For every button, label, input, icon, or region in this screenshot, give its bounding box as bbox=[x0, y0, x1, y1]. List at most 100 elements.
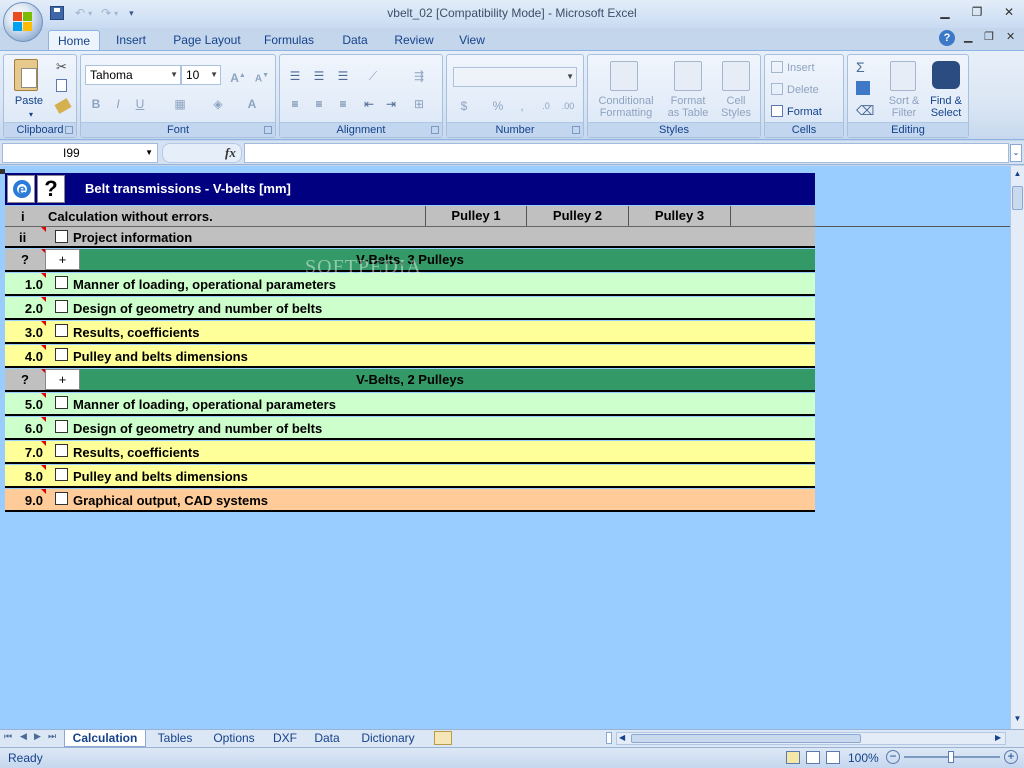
insert-function-icon[interactable]: fx bbox=[225, 145, 236, 161]
align-right-icon[interactable]: ≡ bbox=[332, 93, 354, 113]
tab-home[interactable]: Home bbox=[48, 30, 100, 50]
cut-icon[interactable]: ✂ bbox=[56, 59, 67, 75]
number-format-combo[interactable]: ▼ bbox=[453, 67, 577, 87]
chapter-row[interactable]: 7.0 Results, coefficients bbox=[5, 441, 815, 464]
zoom-level[interactable]: 100% bbox=[848, 751, 879, 765]
find-select-button[interactable]: Find & Select bbox=[924, 95, 968, 119]
paste-dropdown-icon[interactable]: ▾ bbox=[26, 109, 36, 121]
decrease-indent-icon[interactable]: ⇤ bbox=[358, 93, 380, 113]
number-launcher-icon[interactable] bbox=[572, 126, 580, 134]
workbook-restore-icon[interactable]: ❐ bbox=[984, 30, 994, 43]
format-button[interactable]: Format bbox=[787, 106, 837, 118]
grow-font-icon[interactable]: A▲ bbox=[227, 65, 249, 85]
decrease-decimal-icon[interactable]: .00 bbox=[557, 95, 579, 115]
checkbox[interactable] bbox=[55, 420, 68, 433]
formula-input[interactable] bbox=[244, 143, 1009, 163]
close-button[interactable]: ✕ bbox=[998, 4, 1020, 20]
bold-icon[interactable]: B bbox=[85, 93, 107, 113]
comma-style-icon[interactable]: , bbox=[511, 95, 533, 115]
merge-center-icon[interactable]: ⊞ bbox=[408, 93, 430, 113]
ribbon-minimize-icon[interactable]: ▁ bbox=[964, 30, 972, 43]
fill-icon[interactable] bbox=[856, 81, 870, 95]
tab-formulas[interactable]: Formulas bbox=[258, 30, 320, 50]
insert-button[interactable]: Insert bbox=[787, 62, 837, 74]
chapter-row[interactable]: 1.0 Manner of loading, operational parame… bbox=[5, 273, 815, 296]
checkbox[interactable] bbox=[55, 300, 68, 313]
tab-data[interactable]: Data bbox=[334, 30, 376, 50]
zoom-in-icon[interactable]: + bbox=[1004, 750, 1018, 764]
scroll-left-icon[interactable]: ◀ bbox=[619, 733, 625, 742]
worksheet[interactable]: e ? Belt transmissions - V-belts [mm] i … bbox=[0, 166, 1010, 729]
restore-button[interactable]: ❐ bbox=[966, 4, 988, 20]
shrink-font-icon[interactable]: A▼ bbox=[251, 65, 273, 85]
borders-icon[interactable]: ▦ bbox=[169, 93, 191, 113]
office-button[interactable] bbox=[3, 2, 43, 42]
conditional-formatting-icon[interactable] bbox=[610, 61, 638, 91]
chapter-row[interactable]: 8.0 Pulley and belts dimensions bbox=[5, 465, 815, 488]
font-name-combo[interactable]: Tahoma ▼ bbox=[85, 65, 181, 85]
chapter-row[interactable]: 5.0 Manner of loading, operational parame… bbox=[5, 393, 815, 416]
internet-explorer-icon[interactable]: e bbox=[7, 175, 35, 203]
chevron-down-icon[interactable]: ▼ bbox=[145, 144, 153, 162]
font-launcher-icon[interactable] bbox=[264, 126, 272, 134]
scroll-right-icon[interactable]: ▶ bbox=[995, 733, 1001, 742]
sheet-tab-options[interactable]: Options bbox=[206, 730, 262, 747]
paste-icon[interactable] bbox=[14, 59, 38, 91]
sort-filter-button[interactable]: Sort & Filter bbox=[884, 95, 924, 119]
help-question-button[interactable]: ? bbox=[37, 175, 65, 203]
prev-sheet-icon[interactable]: ◀ bbox=[20, 731, 27, 742]
paste-button[interactable]: Paste bbox=[8, 95, 50, 107]
page-layout-view-icon[interactable] bbox=[806, 751, 820, 764]
underline-icon[interactable]: U bbox=[129, 93, 151, 113]
sheet-tab-dxf[interactable]: DXF bbox=[268, 730, 302, 747]
sheet-tab-dictionary[interactable]: Dictionary bbox=[354, 730, 422, 747]
minimize-button[interactable]: ▁ bbox=[934, 4, 956, 20]
italic-icon[interactable]: I bbox=[107, 93, 129, 113]
chapter-row[interactable]: 6.0 Design of geometry and number of belt… bbox=[5, 417, 815, 440]
sheet-tab-calculation[interactable]: Calculation bbox=[64, 730, 146, 747]
tab-review[interactable]: Review bbox=[388, 30, 440, 50]
chapter-row[interactable]: 3.0 Results, coefficients bbox=[5, 321, 815, 344]
percent-icon[interactable]: % bbox=[487, 95, 509, 115]
checkbox[interactable] bbox=[55, 348, 68, 361]
tab-view[interactable]: View bbox=[452, 30, 492, 50]
delete-button[interactable]: Delete bbox=[787, 84, 837, 96]
scroll-thumb[interactable] bbox=[1012, 186, 1023, 210]
copy-icon[interactable] bbox=[56, 79, 67, 92]
scroll-up-icon[interactable]: ▲ bbox=[1012, 169, 1023, 181]
checkbox[interactable] bbox=[55, 492, 68, 505]
first-sheet-icon[interactable]: ⏮ bbox=[4, 731, 12, 742]
increase-indent-icon[interactable]: ⇥ bbox=[380, 93, 402, 113]
font-size-combo[interactable]: 10 ▼ bbox=[181, 65, 221, 85]
autosum-icon[interactable]: Σ bbox=[856, 59, 865, 75]
checkbox[interactable] bbox=[55, 396, 68, 409]
help-icon[interactable]: ? bbox=[939, 30, 955, 46]
project-info-row[interactable]: ii Project information bbox=[5, 227, 815, 248]
chapter-row[interactable]: 4.0 Pulley and belts dimensions bbox=[5, 345, 815, 368]
expand-formula-icon[interactable]: ⌄ bbox=[1010, 144, 1022, 162]
clear-icon[interactable]: ⌫ bbox=[856, 103, 874, 119]
align-bottom-icon[interactable]: ☰ bbox=[332, 65, 354, 85]
alignment-launcher-icon[interactable] bbox=[431, 126, 439, 134]
checkbox[interactable] bbox=[55, 230, 68, 243]
page-break-view-icon[interactable] bbox=[826, 751, 840, 764]
align-top-icon[interactable]: ☰ bbox=[284, 65, 306, 85]
normal-view-icon[interactable] bbox=[786, 751, 800, 764]
checkbox[interactable] bbox=[55, 276, 68, 289]
zoom-slider-thumb[interactable] bbox=[948, 751, 954, 763]
binoculars-icon[interactable] bbox=[932, 61, 960, 89]
checkbox[interactable] bbox=[55, 444, 68, 457]
tab-page-layout[interactable]: Page Layout bbox=[168, 30, 246, 50]
tab-insert[interactable]: Insert bbox=[108, 30, 154, 50]
orientation-icon[interactable]: ⟋ bbox=[362, 65, 384, 85]
format-as-table-button[interactable]: Format as Table bbox=[662, 95, 714, 119]
align-center-icon[interactable]: ≡ bbox=[308, 93, 330, 113]
clipboard-launcher-icon[interactable] bbox=[65, 126, 73, 134]
insert-worksheet-icon[interactable] bbox=[434, 731, 452, 745]
sort-filter-icon[interactable] bbox=[890, 61, 916, 91]
currency-icon[interactable]: $ bbox=[453, 95, 475, 115]
sheet-tab-tables[interactable]: Tables bbox=[150, 730, 200, 747]
chapter-row[interactable]: 9.0 Graphical output, CAD systems bbox=[5, 489, 815, 512]
horizontal-scrollbar[interactable]: ◀ ▶ bbox=[616, 732, 1006, 745]
workbook-close-icon[interactable]: ✕ bbox=[1006, 30, 1015, 43]
